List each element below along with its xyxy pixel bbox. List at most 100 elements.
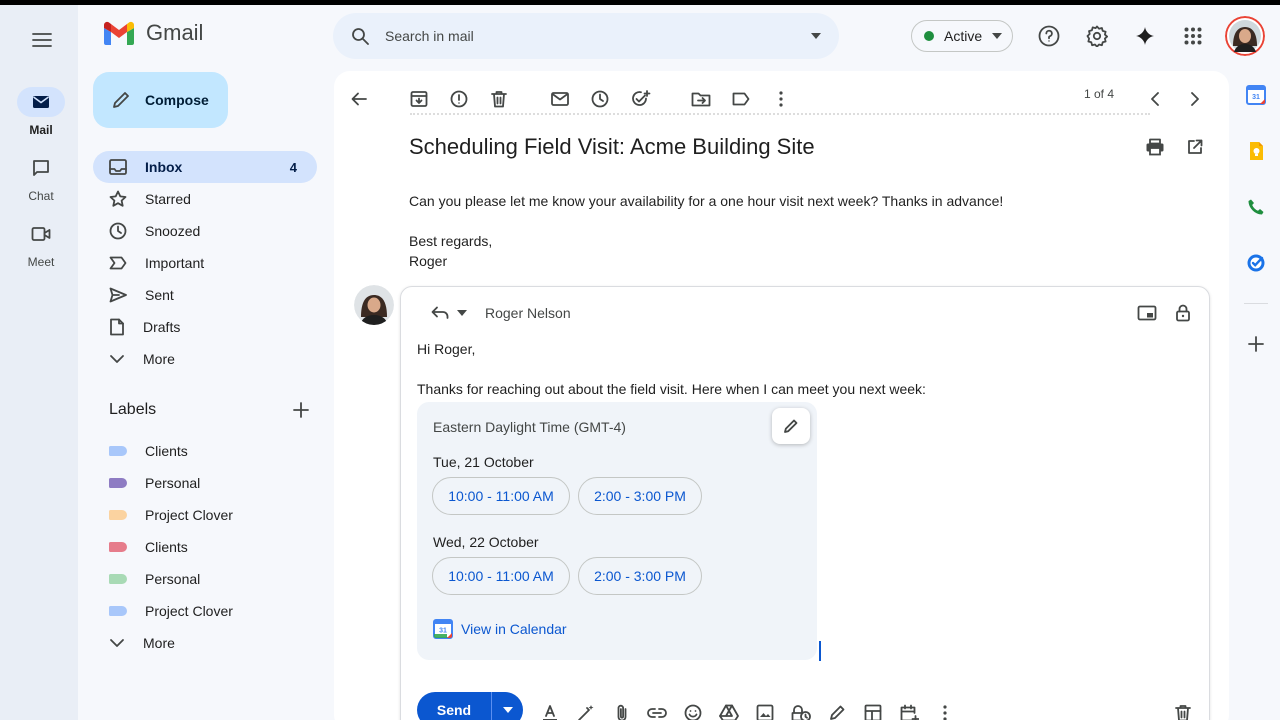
- delete-button[interactable]: [484, 84, 514, 114]
- label-item-project-clover[interactable]: Project Clover: [93, 499, 317, 531]
- label-name: More: [143, 635, 175, 651]
- main-menu-button[interactable]: [22, 25, 62, 55]
- status-selector[interactable]: Active: [911, 20, 1013, 52]
- reply-greeting[interactable]: Hi Roger,: [417, 341, 475, 357]
- report-spam-button[interactable]: [444, 84, 474, 114]
- insert-drive-button[interactable]: [716, 700, 742, 720]
- search-input[interactable]: [385, 28, 811, 44]
- label-name: Personal: [145, 571, 201, 587]
- confidential-toggle-button[interactable]: [788, 700, 814, 720]
- tasks-app-button[interactable]: [1246, 253, 1266, 273]
- mark-unread-button[interactable]: [545, 84, 575, 114]
- open-new-window-button[interactable]: [1180, 132, 1210, 162]
- label-name: Project Clover: [145, 507, 233, 523]
- app-rail: Mail Chat Meet: [0, 5, 78, 720]
- archive-button[interactable]: [404, 84, 434, 114]
- add-label-icon[interactable]: [293, 402, 309, 418]
- more-actions-button[interactable]: [766, 84, 796, 114]
- pop-out-reply-button[interactable]: [1132, 298, 1162, 328]
- nav-label: More: [143, 351, 175, 367]
- label-item-clients[interactable]: Clients: [93, 531, 317, 563]
- nav-item-snoozed[interactable]: Snoozed: [93, 215, 317, 247]
- email-body: Can you please let me know your availabi…: [409, 193, 1004, 209]
- insert-emoji-button[interactable]: [680, 700, 706, 720]
- view-in-calendar-link[interactable]: 31 View in Calendar: [433, 619, 567, 639]
- keep-app-button[interactable]: [1246, 141, 1266, 161]
- label-tag-icon: [109, 574, 127, 584]
- apps-button[interactable]: [1177, 20, 1209, 52]
- voice-app-button[interactable]: [1246, 197, 1266, 217]
- gmail-logo[interactable]: Gmail: [102, 20, 203, 46]
- snooze-button[interactable]: [585, 84, 615, 114]
- edit-availability-button[interactable]: [772, 408, 810, 444]
- nav-item-drafts[interactable]: Drafts: [93, 311, 317, 343]
- confidential-mode-button[interactable]: [1168, 298, 1198, 328]
- rail-item-chat[interactable]: Chat: [0, 153, 82, 203]
- rail-item-mail[interactable]: Mail: [0, 87, 82, 137]
- video-icon: [31, 227, 51, 241]
- search-options-icon[interactable]: [811, 33, 821, 39]
- labels-list: Clients Personal Project Clover Clients …: [93, 435, 317, 659]
- formatting-options-button[interactable]: [537, 700, 563, 720]
- nav-item-important[interactable]: Important: [93, 247, 317, 279]
- label-name: Clients: [145, 443, 188, 459]
- newer-button[interactable]: [1140, 84, 1170, 114]
- nav-item-sent[interactable]: Sent: [93, 279, 317, 311]
- set-up-time-button[interactable]: [896, 700, 922, 720]
- settings-button[interactable]: [1081, 20, 1113, 52]
- nav-label: Sent: [145, 287, 174, 303]
- phone-icon: [1248, 199, 1264, 215]
- label-item-clients[interactable]: Clients: [93, 435, 317, 467]
- calendar-app-button[interactable]: 31: [1246, 85, 1266, 105]
- sparkle-icon: [1136, 27, 1154, 45]
- nav-label: Inbox: [145, 159, 183, 175]
- availability-day: Wed, 22 October: [433, 534, 539, 550]
- insert-photo-button[interactable]: [752, 700, 778, 720]
- move-to-button[interactable]: [686, 84, 716, 114]
- pencil-icon: [113, 92, 129, 108]
- search-icon[interactable]: [351, 27, 369, 45]
- send-options-button[interactable]: [492, 707, 523, 713]
- reply-icon: [431, 306, 449, 319]
- reply-intro[interactable]: Thanks for reaching out about the field …: [417, 381, 926, 397]
- label-item-personal[interactable]: Personal: [93, 467, 317, 499]
- account-avatar[interactable]: [1225, 16, 1265, 56]
- label-item-project-clover[interactable]: Project Clover: [93, 595, 317, 627]
- send-button[interactable]: Send: [417, 702, 491, 718]
- label-item-personal[interactable]: Personal: [93, 563, 317, 595]
- attach-files-button[interactable]: [609, 700, 635, 720]
- time-slot-button[interactable]: 10:00 - 11:00 AM: [432, 557, 570, 595]
- get-addons-button[interactable]: [1246, 334, 1266, 354]
- help-button[interactable]: [1033, 20, 1065, 52]
- time-slot-button[interactable]: 2:00 - 3:00 PM: [578, 477, 702, 515]
- discard-draft-button[interactable]: [1170, 700, 1196, 720]
- insert-signature-button[interactable]: [824, 700, 850, 720]
- labels-button[interactable]: [726, 84, 756, 114]
- keep-icon: [1250, 142, 1263, 160]
- reply-type-button[interactable]: [431, 306, 467, 320]
- chevron-left-icon: [1151, 92, 1159, 106]
- nav-item-starred[interactable]: Starred: [93, 183, 317, 215]
- rail-item-meet[interactable]: Meet: [0, 219, 82, 269]
- more-options-button[interactable]: [932, 700, 958, 720]
- open-in-new-icon: [1188, 139, 1203, 154]
- time-slot-button[interactable]: 2:00 - 3:00 PM: [578, 557, 702, 595]
- reply-recipient[interactable]: Roger Nelson: [485, 305, 571, 321]
- nav-item-inbox[interactable]: Inbox 4: [93, 151, 317, 183]
- nav-item-more[interactable]: More: [93, 343, 317, 375]
- gemini-button[interactable]: [1129, 20, 1161, 52]
- label-name: Project Clover: [145, 603, 233, 619]
- print-button[interactable]: [1140, 132, 1170, 162]
- insert-layout-button[interactable]: [860, 700, 886, 720]
- compose-button[interactable]: Compose: [93, 72, 228, 128]
- time-slot-button[interactable]: 10:00 - 11:00 AM: [432, 477, 570, 515]
- older-button[interactable]: [1180, 84, 1210, 114]
- important-icon: [109, 256, 127, 270]
- help-me-write-button[interactable]: [573, 700, 599, 720]
- back-button[interactable]: [344, 84, 374, 114]
- caret-down-icon: [502, 707, 513, 713]
- labels-more[interactable]: More: [93, 627, 317, 659]
- add-to-tasks-button[interactable]: [626, 84, 656, 114]
- search-bar[interactable]: [333, 13, 839, 59]
- insert-link-button[interactable]: [644, 700, 670, 720]
